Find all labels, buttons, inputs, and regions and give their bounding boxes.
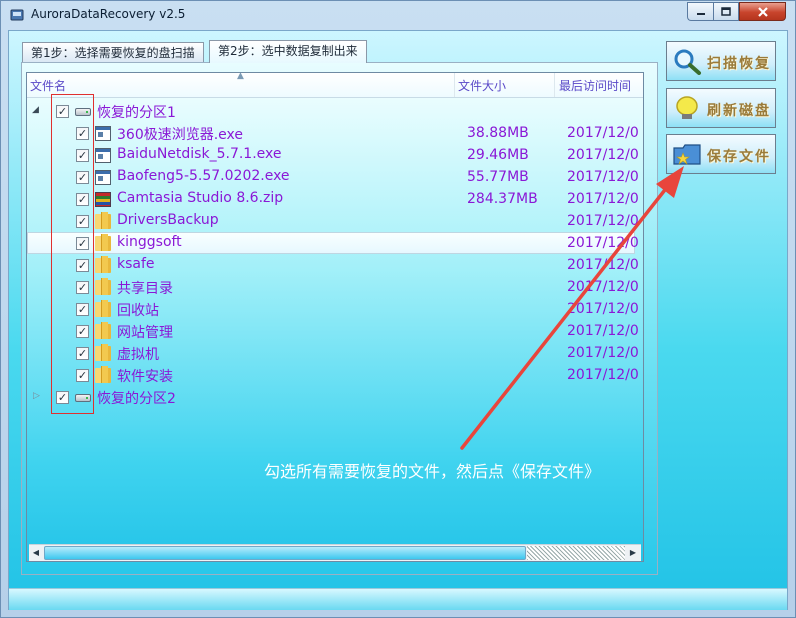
file-size: 38.88MB (467, 125, 529, 141)
file-name: 网站管理 (117, 325, 173, 341)
scroll-track[interactable] (527, 546, 625, 560)
file-name: 软件安装 (117, 369, 173, 385)
folder-icon (95, 212, 111, 229)
scroll-left-icon[interactable]: ◀ (29, 547, 43, 559)
file-size: 284.37MB (467, 191, 538, 207)
save-files-button[interactable]: 保存文件 (666, 134, 776, 174)
file-name: 共享目录 (117, 281, 173, 297)
file-name: Camtasia Studio 8.6.zip (117, 190, 284, 206)
scroll-thumb[interactable] (44, 546, 526, 560)
magnifier-icon (674, 49, 701, 75)
maximize-button[interactable] (713, 2, 739, 21)
scan-recover-button[interactable]: 扫描恢复 (666, 41, 776, 81)
file-name: kinggsoft (117, 234, 182, 250)
title-bar[interactable]: AuroraDataRecovery v2.5 (1, 1, 795, 29)
file-name: DriversBackup (117, 212, 219, 228)
archive-icon (95, 192, 111, 207)
folder-icon (95, 366, 111, 383)
annotation-text: 勾选所有需要恢复的文件，然后点《保存文件》 (264, 462, 601, 481)
sort-ascending-icon: ▲ (237, 72, 244, 81)
file-time: 2017/12/0 (567, 125, 639, 141)
tree-row-partition2[interactable]: ▷ ✓ 恢复的分区2 (27, 386, 635, 408)
file-name: ksafe (117, 256, 155, 272)
folder-icon (95, 278, 111, 295)
file-time: 2017/12/0 (567, 169, 639, 185)
file-time: 2017/12/0 (567, 345, 639, 361)
horizontal-scrollbar[interactable]: ◀ ▶ (29, 544, 641, 561)
folder-icon (95, 344, 111, 361)
column-size-header[interactable]: 文件大小 (455, 73, 555, 97)
folder-icon (95, 300, 111, 317)
partition-label: 恢复的分区2 (97, 391, 176, 407)
file-time: 2017/12/0 (567, 257, 639, 273)
file-name: BaiduNetdisk_5.7.1.exe (117, 146, 282, 162)
file-time: 2017/12/0 (567, 191, 639, 207)
close-icon (757, 6, 768, 17)
close-button[interactable] (739, 2, 786, 21)
minimize-icon (696, 12, 705, 15)
table-row[interactable]: ✓ 虚拟机 2017/12/0 (27, 342, 639, 364)
exe-icon (95, 148, 111, 163)
column-time-header[interactable]: 最后访问时间 (556, 73, 643, 97)
table-row[interactable]: ✓ 回收站 2017/12/0 (27, 298, 639, 320)
file-size: 29.46MB (467, 147, 529, 163)
table-row[interactable]: ✓ 共享目录 2017/12/0 (27, 276, 639, 298)
tab-step1-scan[interactable]: 第1步：选择需要恢复的盘扫描 (22, 42, 204, 63)
file-list-view[interactable]: 文件名 ▲ 文件大小 最后访问时间 ◢ ✓ 恢复的分区1 ✓ 360极速浏览器.… (26, 72, 644, 562)
scroll-right-icon[interactable]: ▶ (626, 547, 640, 559)
table-row[interactable]: ✓ Camtasia Studio 8.6.zip 284.37MB 2017/… (27, 188, 639, 210)
file-time: 2017/12/0 (567, 213, 639, 229)
file-name: Baofeng5-5.57.0202.exe (117, 168, 290, 184)
exe-icon (95, 126, 111, 141)
bulb-icon (676, 96, 698, 119)
folder-icon (95, 256, 111, 273)
column-header: 文件名 ▲ 文件大小 最后访问时间 (27, 73, 643, 98)
status-bar (9, 588, 787, 610)
save-files-label: 保存文件 (707, 149, 771, 165)
table-row[interactable]: ✓ Baofeng5-5.57.0202.exe 55.77MB 2017/12… (27, 166, 639, 188)
expand-down-icon[interactable]: ◢ (32, 105, 42, 115)
table-row[interactable]: ✓ ksafe 2017/12/0 (27, 254, 639, 276)
window-title: AuroraDataRecovery v2.5 (31, 7, 186, 21)
scan-recover-label: 扫描恢复 (707, 56, 771, 72)
maximize-icon (721, 7, 731, 16)
file-name: 虚拟机 (117, 347, 159, 363)
file-time: 2017/12/0 (567, 323, 639, 339)
folder-icon (95, 234, 111, 251)
file-time: 2017/12/0 (567, 301, 639, 317)
tab-step2-copy[interactable]: 第2步：选中数据复制出来 (209, 40, 367, 63)
file-time: 2017/12/0 (567, 279, 639, 295)
file-time: 2017/12/0 (567, 367, 639, 383)
file-name: 360极速浏览器.exe (117, 127, 244, 143)
file-name: 回收站 (117, 303, 159, 319)
tree-row-partition1[interactable]: ◢ ✓ 恢复的分区1 (27, 100, 635, 122)
refresh-disk-button[interactable]: 刷新磁盘 (666, 88, 776, 128)
minimize-button[interactable] (687, 2, 713, 21)
save-folder-icon (673, 144, 701, 165)
refresh-disk-label: 刷新磁盘 (707, 103, 771, 119)
app-icon (10, 9, 24, 21)
annotation-highlight-box (51, 94, 94, 414)
table-row[interactable]: ✓ 软件安装 2017/12/0 (27, 364, 639, 386)
table-row[interactable]: ✓ 360极速浏览器.exe 38.88MB 2017/12/0 (27, 122, 639, 144)
file-time: 2017/12/0 (567, 147, 639, 163)
expand-right-icon[interactable]: ▷ (33, 391, 43, 401)
exe-icon (95, 170, 111, 185)
partition-label: 恢复的分区1 (97, 105, 176, 121)
file-size: 55.77MB (467, 169, 529, 185)
table-row-selected[interactable]: ✓ kinggsoft 2017/12/0 (27, 232, 639, 254)
folder-icon (95, 322, 111, 339)
file-time: 2017/12/0 (567, 235, 639, 251)
table-row[interactable]: ✓ DriversBackup 2017/12/0 (27, 210, 639, 232)
table-row[interactable]: ✓ 网站管理 2017/12/0 (27, 320, 639, 342)
table-row[interactable]: ✓ BaiduNetdisk_5.7.1.exe 29.46MB 2017/12… (27, 144, 639, 166)
